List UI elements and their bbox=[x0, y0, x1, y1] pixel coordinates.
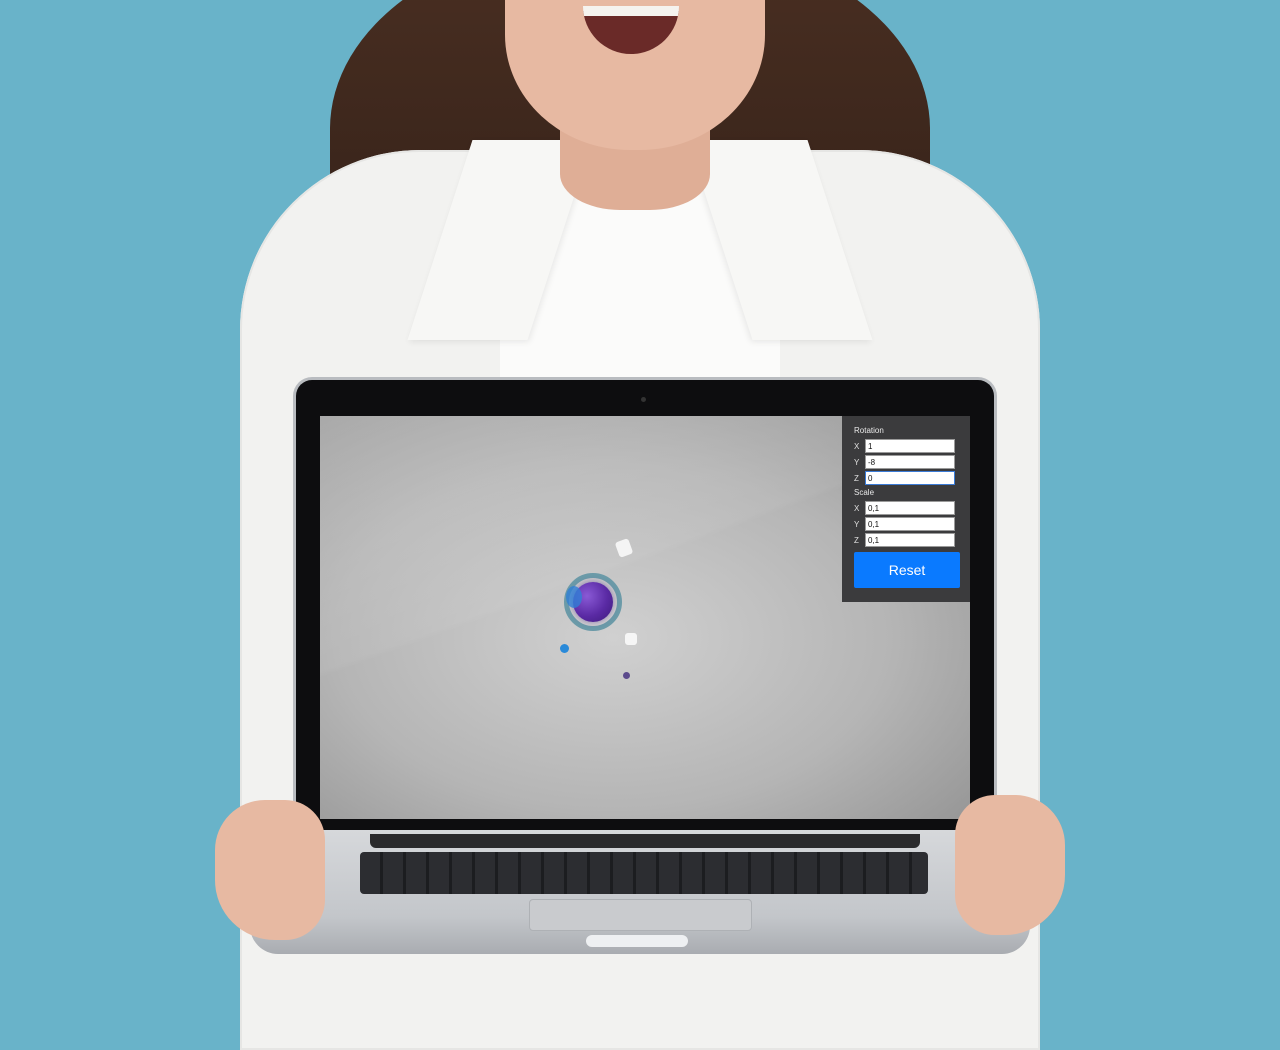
laptop-opening-notch bbox=[586, 935, 688, 947]
laptop-keyboard bbox=[360, 852, 928, 894]
reset-button[interactable]: Reset bbox=[854, 552, 960, 588]
left-hand bbox=[215, 800, 325, 940]
globe-highlight bbox=[566, 586, 582, 608]
rotation-title: Rotation bbox=[854, 426, 884, 435]
scale-x-row: X bbox=[854, 500, 958, 516]
scale-title: Scale bbox=[854, 488, 875, 497]
scale-y-row: Y bbox=[854, 516, 958, 532]
scale-z-input[interactable] bbox=[865, 533, 955, 547]
rotation-z-input[interactable] bbox=[865, 471, 955, 485]
scale-y-label: Y bbox=[854, 519, 860, 529]
scale-z-row: Z bbox=[854, 532, 958, 548]
scale-y-input[interactable] bbox=[865, 517, 955, 531]
webcam bbox=[641, 397, 646, 402]
scale-z-label: Z bbox=[854, 535, 859, 545]
orbit-dot-blue bbox=[560, 644, 569, 653]
rotation-z-row: Z bbox=[854, 470, 958, 486]
rotation-x-label: X bbox=[854, 441, 860, 451]
rotation-y-row: Y bbox=[854, 454, 958, 470]
scale-x-input[interactable] bbox=[865, 501, 955, 515]
satellite-model-small bbox=[625, 633, 637, 645]
laptop-hinge bbox=[370, 834, 920, 848]
orbit-dot-purple bbox=[623, 672, 630, 679]
rotation-x-row: X bbox=[854, 438, 958, 454]
rotation-y-label: Y bbox=[854, 457, 860, 467]
rotation-z-label: Z bbox=[854, 473, 859, 483]
rotation-x-input[interactable] bbox=[865, 439, 955, 453]
transform-panel: Rotation X Y Z Scale X Y Z Reset bbox=[842, 416, 970, 602]
laptop-screen: Rotation X Y Z Scale X Y Z Reset bbox=[320, 416, 970, 819]
right-hand bbox=[955, 795, 1065, 935]
scale-x-label: X bbox=[854, 503, 860, 513]
rotation-y-input[interactable] bbox=[865, 455, 955, 469]
laptop-trackpad bbox=[529, 899, 752, 931]
